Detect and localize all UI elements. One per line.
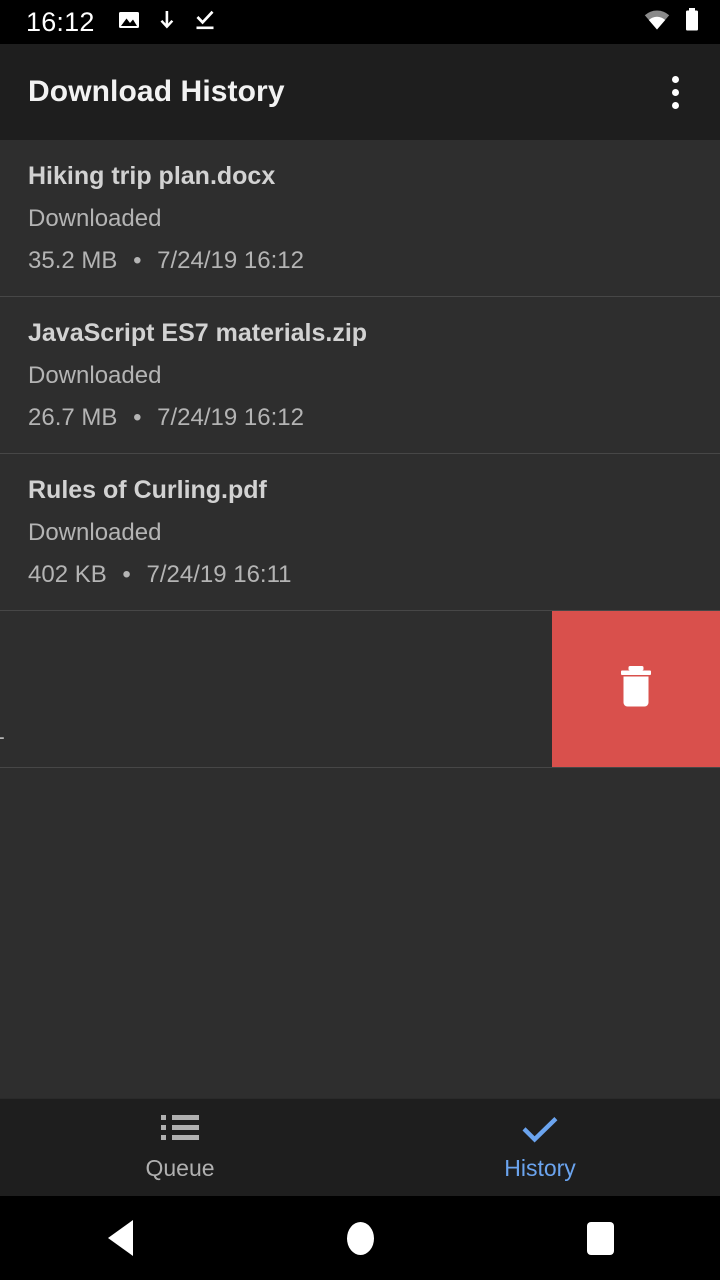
download-file-size: 402 KB	[28, 561, 107, 588]
download-status-text: Downloaded	[28, 205, 162, 232]
overflow-dot	[671, 88, 679, 96]
battery-icon	[684, 7, 700, 37]
download-status-text: Downloaded	[28, 362, 162, 389]
list-icon	[161, 1115, 199, 1145]
download-file-name: aining.pdf	[0, 635, 360, 660]
bottom-navigation-bar: Queue History	[0, 1098, 720, 1196]
overflow-dot	[671, 101, 679, 109]
list-icon-dot	[161, 1125, 166, 1130]
download-item-content[interactable]: Rules of Curling.pdf Downloaded 402 KB •…	[0, 454, 720, 610]
download-item-content[interactable]: aining.pdf d 7/24/19 16:11	[0, 611, 384, 767]
download-complete-icon	[193, 8, 217, 37]
list-icon-row	[161, 1115, 199, 1120]
status-bar-notification-icons	[117, 8, 217, 37]
download-timestamp: 7/24/19 16:11	[0, 718, 5, 745]
app-bar: Download History	[0, 44, 720, 140]
overflow-menu-icon[interactable]	[648, 65, 702, 119]
meta-separator: •	[133, 247, 142, 274]
delete-action-button[interactable]	[552, 611, 720, 767]
download-arrow-icon	[155, 8, 179, 37]
download-meta: 26.7 MB • 7/24/19 16:12	[28, 406, 696, 430]
trash-icon	[616, 664, 656, 715]
bottom-nav-label-queue: Queue	[145, 1155, 215, 1181]
bottom-nav-item-history[interactable]: History	[360, 1099, 720, 1196]
download-item-content[interactable]: Hiking trip plan.docx Downloaded 35.2 MB…	[0, 140, 720, 296]
bottom-nav-label-history: History	[504, 1155, 576, 1181]
download-list-item[interactable]: Rules of Curling.pdf Downloaded 402 KB •…	[0, 454, 720, 611]
download-file-name: Hiking trip plan.docx	[28, 162, 276, 190]
status-bar: 16:12	[0, 0, 720, 44]
list-icon-row	[161, 1125, 199, 1130]
back-triangle-icon	[107, 1220, 133, 1256]
checkmark-icon	[520, 1115, 560, 1145]
list-icon-bar	[172, 1135, 199, 1140]
download-file-name: JavaScript ES7 materials.zip	[28, 319, 368, 347]
android-home-button[interactable]	[240, 1196, 480, 1280]
download-list-item-swiped[interactable]: aining.pdf d 7/24/19 16:11	[0, 611, 720, 768]
list-icon-dot	[161, 1115, 166, 1120]
android-navigation-bar	[0, 1196, 720, 1280]
image-icon	[117, 8, 141, 37]
download-file-name: Rules of Curling.pdf	[28, 476, 267, 504]
phone-screen: 16:12 Download History Hiking trip plan.…	[0, 0, 720, 1280]
bottom-nav-item-queue[interactable]: Queue	[0, 1099, 360, 1196]
download-timestamp: 7/24/19 16:12	[157, 247, 304, 274]
wifi-icon	[644, 9, 670, 36]
list-icon-bar	[172, 1115, 199, 1120]
home-circle-icon	[346, 1221, 374, 1255]
download-file-size: 35.2 MB	[28, 247, 118, 274]
download-timestamp: 7/24/19 16:12	[157, 404, 304, 431]
android-recents-button[interactable]	[480, 1196, 720, 1280]
download-timestamp: 7/24/19 16:11	[146, 561, 292, 588]
download-item-content[interactable]: JavaScript ES7 materials.zip Downloaded …	[0, 297, 720, 453]
download-meta: 7/24/19 16:11	[0, 720, 360, 744]
download-status-text: Downloaded	[28, 519, 162, 546]
meta-separator: •	[133, 404, 142, 431]
download-list-item[interactable]: Hiking trip plan.docx Downloaded 35.2 MB…	[0, 140, 720, 297]
download-file-size: 26.7 MB	[28, 404, 118, 431]
recents-square-icon	[586, 1221, 614, 1255]
android-back-button[interactable]	[0, 1196, 240, 1280]
page-title: Download History	[28, 75, 285, 108]
download-status-text: d	[0, 678, 360, 702]
list-icon-row	[161, 1135, 199, 1140]
download-meta: 35.2 MB • 7/24/19 16:12	[28, 249, 696, 273]
list-icon-dot	[161, 1135, 166, 1140]
overflow-dot	[671, 75, 679, 83]
download-meta: 402 KB • 7/24/19 16:11	[28, 563, 696, 587]
meta-separator: •	[122, 561, 131, 588]
status-bar-clock: 16:12	[26, 6, 95, 37]
download-list-item[interactable]: JavaScript ES7 materials.zip Downloaded …	[0, 297, 720, 454]
download-history-list[interactable]: Hiking trip plan.docx Downloaded 35.2 MB…	[0, 140, 720, 1098]
status-bar-system-icons	[644, 7, 700, 37]
list-icon-bar	[172, 1125, 199, 1130]
